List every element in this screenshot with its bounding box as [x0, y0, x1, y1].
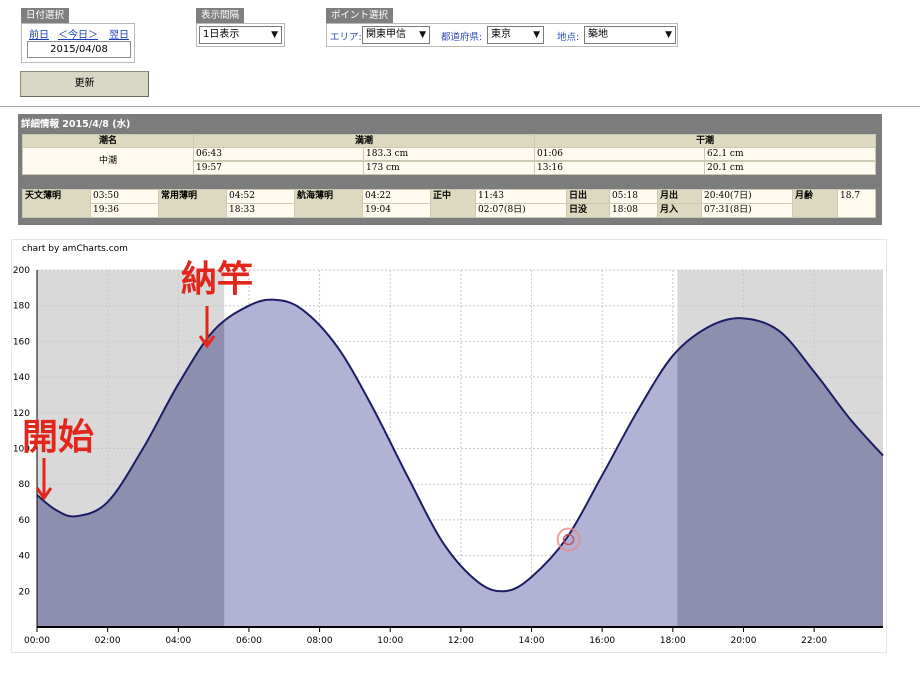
x-tick-label: 02:00 [95, 636, 121, 646]
x-tick-label: 22:00 [801, 636, 827, 646]
y-tick-label: 140 [13, 373, 30, 383]
y-tick-label: 60 [19, 516, 31, 526]
x-tick-label: 08:00 [307, 636, 333, 646]
x-tick-label: 00:00 [24, 636, 50, 646]
x-tick-label: 04:00 [165, 636, 191, 646]
tide-chart: 2040608010012014016018020000:00 02:00 04:0… [13, 266, 884, 646]
x-tick-label: 06:00 [236, 636, 262, 646]
fishing-end-annotation: 納竿 [181, 259, 254, 300]
x-tick-label: 14:00 [519, 636, 545, 646]
x-tick-label: 18:00 [660, 636, 686, 646]
x-tick-label: 12:00 [448, 636, 474, 646]
x-tick-label: 20:00 [731, 636, 757, 646]
end-arrow-icon [198, 306, 216, 349]
y-tick-label: 200 [13, 266, 30, 276]
x-tick-label: 16:00 [589, 636, 615, 646]
start-annotation: 開始 [22, 417, 95, 458]
x-tick-label: 10:00 [377, 636, 403, 646]
start-arrow-icon [35, 458, 53, 501]
y-tick-label: 40 [19, 552, 31, 562]
y-tick-label: 180 [13, 302, 30, 312]
y-tick-label: 160 [13, 337, 30, 347]
y-tick-label: 20 [19, 587, 31, 597]
y-tick-label: 80 [19, 480, 31, 490]
